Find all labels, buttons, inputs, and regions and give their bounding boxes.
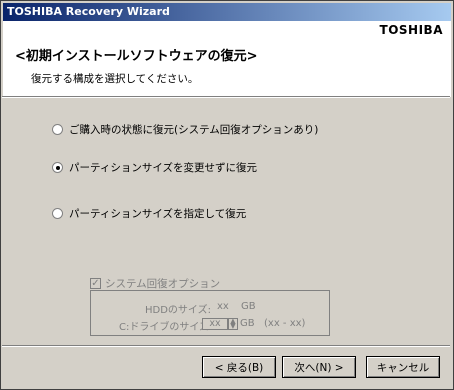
- spinner-arrows-icon[interactable]: ▲ ▼: [228, 318, 238, 330]
- next-button[interactable]: 次へ(N) >: [282, 356, 356, 378]
- system-recovery-group: ✓ システム回復オプション HDDのサイズ: xx GB C:ドライブのサイズ:…: [90, 276, 330, 338]
- cancel-button[interactable]: キャンセル: [366, 356, 440, 378]
- radio-circle-icon: [52, 124, 63, 135]
- option-restore-no-change[interactable]: パーティションサイズを変更せずに復元: [52, 160, 257, 175]
- footer-divider: [2, 345, 450, 347]
- toshiba-logo: TOSHIBA: [379, 23, 443, 37]
- c-drive-size-unit: GB: [240, 318, 255, 329]
- option-label: パーティションサイズを変更せずに復元: [69, 162, 258, 174]
- c-drive-size-label: C:ドライブのサイズ:: [119, 322, 213, 333]
- hdd-size-unit: GB: [241, 301, 256, 312]
- option-factory-restore[interactable]: ご購入時の状態に復元(システム回復オプションあり): [52, 122, 318, 137]
- header-divider: [2, 96, 450, 98]
- radio-selected-icon: [52, 162, 63, 173]
- option-label: パーティションサイズを指定して復元: [69, 208, 247, 220]
- c-drive-size-range: (xx - xx): [264, 318, 306, 329]
- c-drive-size-input[interactable]: xx: [202, 318, 228, 330]
- hdd-size-label: HDDのサイズ:: [145, 305, 211, 316]
- checkbox-checked-icon: ✓: [90, 278, 101, 289]
- option-restore-specify-size[interactable]: パーティションサイズを指定して復元: [52, 206, 246, 221]
- hdd-size-value: xx: [217, 301, 229, 312]
- radio-circle-icon: [52, 208, 63, 219]
- window-title: TOSHIBA Recovery Wizard: [7, 5, 170, 18]
- page-subtitle: 復元する構成を選択してください。: [31, 73, 199, 85]
- title-bar: TOSHIBA Recovery Wizard: [3, 3, 451, 21]
- page-title: <初期インストールソフトウェアの復元>: [15, 49, 258, 64]
- system-recovery-label: システム回復オプション: [105, 278, 221, 290]
- option-label: ご購入時の状態に復元(システム回復オプションあり): [69, 124, 319, 136]
- wizard-header: TOSHIBA <初期インストールソフトウェアの復元> 復元する構成を選択してく…: [3, 21, 451, 97]
- system-recovery-checkbox[interactable]: ✓ システム回復オプション: [90, 276, 220, 291]
- back-button[interactable]: < 戻る(B): [202, 356, 276, 378]
